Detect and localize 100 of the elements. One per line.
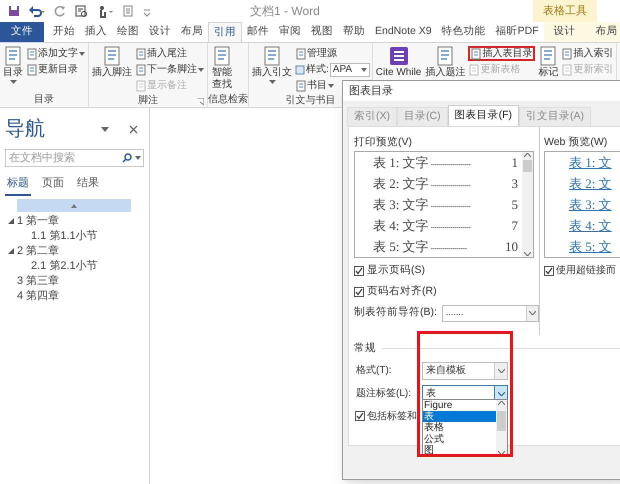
scroll-down-icon xyxy=(524,252,531,256)
ribbon-tab[interactable]: 设计 xyxy=(544,22,586,42)
ribbon-button[interactable]: 插入脚注 xyxy=(91,46,133,79)
preview-link[interactable]: 表 5: 文 xyxy=(569,236,620,257)
ribbon-tab[interactable]: 插入 xyxy=(80,22,112,42)
ribbon-button[interactable]: 下一条脚注 xyxy=(135,62,205,77)
dialog-tab[interactable]: 图表目录(F) xyxy=(448,105,519,126)
scroll-down-icon xyxy=(498,451,505,455)
dropdown-arrow-icon xyxy=(101,126,109,132)
ribbon-tab[interactable]: 福昕PDF xyxy=(490,22,544,42)
scrollbar[interactable] xyxy=(496,400,507,456)
style-select[interactable]: APA xyxy=(330,62,370,76)
ribbon-button[interactable]: 插入尾注 xyxy=(135,46,205,61)
nav-tab[interactable]: 页面 xyxy=(40,175,66,196)
preview-link[interactable]: 表 4: 文 xyxy=(569,215,620,236)
checkbox-label: 包括标签和 xyxy=(367,410,417,424)
scrollbar-thumb[interactable] xyxy=(497,411,506,431)
touch-mode-icon xyxy=(97,4,113,18)
checkbox[interactable] xyxy=(355,411,365,422)
checkbox[interactable] xyxy=(544,266,554,276)
heading-item[interactable]: 2 第二章 xyxy=(17,242,60,260)
section-label: 常规 xyxy=(354,341,376,356)
heading-item[interactable]: 1 第一章 xyxy=(17,212,60,230)
scrollbar-thumb[interactable] xyxy=(523,160,532,172)
document-icon xyxy=(471,48,482,60)
preview-caption: 表 5: 文字 xyxy=(373,238,429,256)
preview-link[interactable]: 表 1: 文 xyxy=(569,152,620,173)
dropdown-option[interactable]: 图 xyxy=(423,444,496,456)
dropdown-option[interactable]: 表 xyxy=(423,411,496,422)
dropdown-option[interactable]: 表格 xyxy=(423,422,496,434)
expanded-triangle-icon xyxy=(8,248,14,254)
nav-tab[interactable]: 结果 xyxy=(75,175,101,196)
ribbon-button[interactable]: Cite While xyxy=(374,46,422,79)
dropdown-arrow-icon xyxy=(10,80,16,84)
heading-item[interactable]: 2.1 第2.1小节 xyxy=(31,258,98,274)
ribbon-button[interactable]: 目录 xyxy=(2,46,24,84)
checkbox-label: 页码右对齐(R) xyxy=(367,284,437,299)
print-preview-icon xyxy=(75,4,88,18)
checkbox-label: 使用超链接而 xyxy=(556,264,616,278)
ribbon-button[interactable]: 更新目录 xyxy=(26,62,86,77)
page-number: 1 xyxy=(512,154,518,172)
preview-caption: 表 1: 文字 xyxy=(373,154,429,172)
dropdown-option[interactable]: 公式 xyxy=(423,434,496,445)
document-icon xyxy=(27,64,37,76)
dropdown-select[interactable]: 来自模板 xyxy=(422,362,508,380)
checkbox[interactable] xyxy=(354,286,364,297)
ribbon-tab[interactable]: 文件 xyxy=(0,22,44,42)
document-icon xyxy=(296,80,306,92)
document-icon xyxy=(136,48,146,60)
dropdown-option[interactable]: Figure xyxy=(423,400,496,412)
heading-item[interactable]: 3 第三章 xyxy=(17,272,60,290)
ribbon-button[interactable]: 插入表目录 xyxy=(468,46,536,61)
ribbon-tab[interactable]: 帮助 xyxy=(338,22,370,42)
ribbon-tab[interactable]: 邮件 xyxy=(242,22,274,42)
preview-caption: 表 3: 文字 xyxy=(373,196,429,214)
ribbon-tab[interactable]: 视图 xyxy=(306,22,338,42)
collapse-icon xyxy=(71,202,77,208)
ribbon-tab[interactable]: 设计 xyxy=(144,22,176,42)
search-field[interactable]: 在文档中搜索 xyxy=(5,149,144,167)
endnote-logo-icon xyxy=(388,46,409,66)
ribbon-tab[interactable]: 特色功能 xyxy=(436,22,491,42)
heading-item[interactable]: 1.1 第1.1小节 xyxy=(31,228,98,244)
ribbon-button[interactable]: 插入引文 xyxy=(251,46,293,84)
ribbon-button[interactable]: 添加文字 xyxy=(26,46,86,61)
ribbon-tab[interactable]: 布局 xyxy=(176,22,208,42)
chevron-down-icon xyxy=(498,392,504,396)
checkbox[interactable] xyxy=(354,266,364,276)
scroll-up-icon xyxy=(498,401,505,405)
ribbon-tab[interactable]: EndNote X9 xyxy=(370,22,437,42)
ribbon-button[interactable]: 管理源 xyxy=(295,46,370,61)
scrollbar[interactable] xyxy=(522,152,533,257)
preview-caption: 表 4: 文字 xyxy=(373,216,429,235)
checkbox-label: 显示页码(S) xyxy=(367,263,425,278)
window-title: 文档1 - Word xyxy=(249,3,321,20)
ribbon-button[interactable]: 插入题注 xyxy=(424,46,466,79)
chevron-down-icon xyxy=(498,368,504,373)
heading-item[interactable]: 4 第四章 xyxy=(17,288,60,304)
document-icon xyxy=(436,46,454,66)
nav-tab[interactable]: 标题 xyxy=(5,175,31,196)
dropdown-arrow-icon xyxy=(360,68,367,72)
ribbon-tab[interactable]: 绘图 xyxy=(112,22,144,42)
expanded-triangle-icon xyxy=(8,218,14,224)
document-icon xyxy=(4,46,22,66)
document-icon xyxy=(263,46,281,66)
preview-link[interactable]: 表 2: 文 xyxy=(569,173,620,194)
ribbon-tab[interactable]: 开始 xyxy=(48,22,80,42)
ribbon-button[interactable]: 标记 xyxy=(537,46,560,79)
document-icon xyxy=(136,80,146,92)
ribbon-tab[interactable]: 审阅 xyxy=(274,22,306,42)
page-number: 5 xyxy=(512,196,518,214)
ribbon-tab[interactable]: 引用 xyxy=(208,22,242,42)
search-icon xyxy=(122,153,132,163)
check-icon xyxy=(355,288,363,296)
ribbon-button[interactable]: 插入索引 xyxy=(561,46,614,61)
document-icon xyxy=(296,48,306,60)
preview-link[interactable]: 表 3: 文 xyxy=(569,194,620,215)
ribbon-tab[interactable]: 布局 xyxy=(586,22,620,42)
leader-select[interactable]: ....... xyxy=(442,304,539,322)
leader-dots: .................... xyxy=(430,219,472,233)
ribbon-button[interactable]: 智能查找 xyxy=(210,46,234,91)
